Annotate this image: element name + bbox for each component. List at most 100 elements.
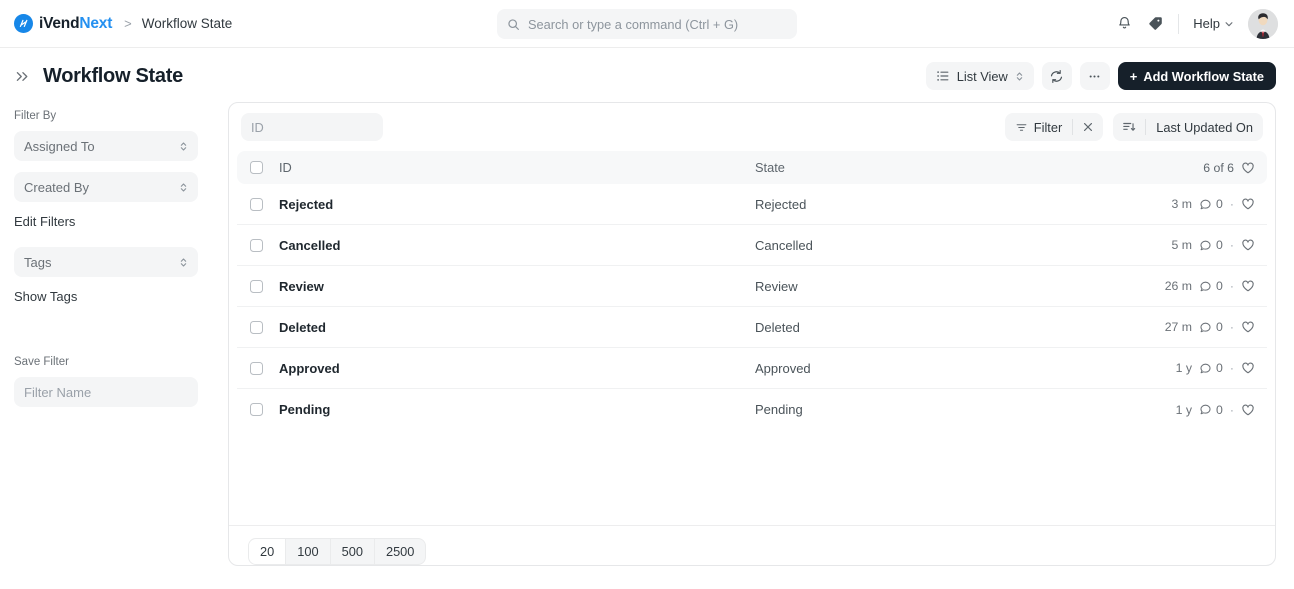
expand-sidebar-icon[interactable] xyxy=(14,68,31,85)
sort-field-button[interactable]: Last Updated On xyxy=(1146,113,1263,141)
list-header-row: ID State 6 of 6 xyxy=(237,151,1267,184)
row-id[interactable]: Pending xyxy=(263,402,755,417)
list-header-right: 6 of 6 xyxy=(1203,161,1255,175)
refresh-button[interactable] xyxy=(1041,62,1072,90)
list-view-switcher[interactable]: List View xyxy=(925,62,1034,90)
row-comment-count[interactable]: 0 xyxy=(1199,320,1223,334)
created-by-select[interactable]: Created By xyxy=(14,172,198,202)
search-input[interactable] xyxy=(528,16,787,32)
row-like-icon[interactable] xyxy=(1241,361,1255,375)
save-filter-label: Save Filter xyxy=(14,356,69,368)
page-size-100[interactable]: 100 xyxy=(286,539,331,564)
row-like-icon[interactable] xyxy=(1241,403,1255,417)
row-state: Deleted xyxy=(755,319,800,335)
id-filter-field[interactable] xyxy=(241,113,383,141)
row-like-icon[interactable] xyxy=(1241,320,1255,334)
list-view-label: List View xyxy=(956,68,1008,84)
row-meta: 26 m 0 · xyxy=(1158,279,1255,293)
row-comment-count[interactable]: 0 xyxy=(1199,279,1223,293)
row-checkbox[interactable] xyxy=(250,197,263,211)
filter-group: Filter xyxy=(1004,113,1104,141)
table-row[interactable]: Review Review 26 m 0 · xyxy=(237,266,1267,307)
id-filter-input[interactable] xyxy=(251,119,373,135)
page-size-20[interactable]: 20 xyxy=(249,539,287,564)
add-workflow-state-button[interactable]: + Add Workflow State xyxy=(1117,62,1276,90)
row-modified: 1 y xyxy=(1175,361,1193,375)
column-header-id[interactable]: ID xyxy=(263,160,755,175)
filter-button[interactable]: Filter xyxy=(1005,113,1072,141)
comment-icon xyxy=(1199,321,1212,334)
breadcrumb-current[interactable]: Workflow State xyxy=(142,16,233,31)
list-icon xyxy=(936,69,950,83)
row-state: Pending xyxy=(755,402,803,417)
comment-count-value: 0 xyxy=(1216,402,1223,417)
comment-count-value: 0 xyxy=(1216,320,1223,334)
comment-count-value: 0 xyxy=(1216,361,1223,375)
edit-filters-link[interactable]: Edit Filters xyxy=(14,214,75,229)
help-label: Help xyxy=(1193,16,1220,31)
row-like-icon[interactable] xyxy=(1241,279,1255,293)
chevron-updown-icon xyxy=(179,140,188,153)
filter-name-input[interactable] xyxy=(24,384,188,400)
select-all-checkbox[interactable] xyxy=(250,161,263,174)
meta-dot-separator: · xyxy=(1229,279,1234,293)
comment-count-value: 0 xyxy=(1216,279,1223,293)
more-options-button[interactable] xyxy=(1079,62,1110,90)
row-comment-count[interactable]: 0 xyxy=(1199,197,1223,211)
filter-label: Filter xyxy=(1033,119,1063,135)
table-row[interactable]: Cancelled Cancelled 5 m 0 · xyxy=(237,225,1267,266)
row-comment-count[interactable]: 0 xyxy=(1199,403,1223,417)
row-like-icon[interactable] xyxy=(1241,238,1255,252)
page-body: Filter By Assigned To Created By Edit Fi… xyxy=(0,102,1294,566)
chevron-updown-icon xyxy=(1015,70,1024,83)
chevron-updown-icon xyxy=(179,256,188,269)
sort-direction-button[interactable] xyxy=(1113,113,1145,141)
tags-select[interactable]: Tags xyxy=(14,247,198,277)
comment-count-value: 0 xyxy=(1216,197,1223,211)
filter-name-field[interactable] xyxy=(14,377,198,407)
clear-filter-button[interactable] xyxy=(1073,113,1103,141)
row-checkbox[interactable] xyxy=(250,238,263,252)
table-row[interactable]: Deleted Deleted 27 m 0 · xyxy=(237,307,1267,348)
table-row[interactable]: Approved Approved 1 y 0 · xyxy=(237,348,1267,389)
page-size-500[interactable]: 500 xyxy=(331,539,375,564)
meta-dot-separator: · xyxy=(1229,361,1234,375)
row-id[interactable]: Deleted xyxy=(263,320,755,335)
tag-icon[interactable] xyxy=(1147,15,1164,32)
page-size-2500[interactable]: 2500 xyxy=(375,539,425,564)
ivend-logo-icon xyxy=(14,14,33,33)
add-workflow-state-label: Add Workflow State xyxy=(1143,68,1264,84)
row-id[interactable]: Cancelled xyxy=(263,238,755,253)
plus-icon: + xyxy=(1129,68,1138,84)
notifications-bell-icon[interactable] xyxy=(1116,15,1133,32)
row-checkbox[interactable] xyxy=(250,279,263,293)
row-meta: 5 m 0 · xyxy=(1158,238,1255,252)
column-header-state[interactable]: State xyxy=(755,160,1203,175)
comment-icon xyxy=(1199,239,1212,252)
filter-sidebar: Filter By Assigned To Created By Edit Fi… xyxy=(0,102,212,566)
row-checkbox[interactable] xyxy=(250,403,263,416)
row-comment-count[interactable]: 0 xyxy=(1199,361,1223,375)
row-id[interactable]: Approved xyxy=(263,361,755,376)
row-comment-count[interactable]: 0 xyxy=(1199,238,1223,252)
sort-field-label: Last Updated On xyxy=(1156,119,1253,135)
tags-label: Tags xyxy=(24,254,52,270)
row-id[interactable]: Rejected xyxy=(263,197,755,212)
show-tags-link[interactable]: Show Tags xyxy=(14,289,77,304)
breadcrumb-separator: > xyxy=(124,16,132,31)
table-row[interactable]: Rejected Rejected 3 m 0 · xyxy=(237,184,1267,225)
table-row[interactable]: Pending Pending 1 y 0 · xyxy=(237,389,1267,430)
assigned-to-select[interactable]: Assigned To xyxy=(14,131,198,161)
comment-icon xyxy=(1199,280,1212,293)
row-checkbox[interactable] xyxy=(250,320,263,334)
row-like-icon[interactable] xyxy=(1241,197,1255,211)
meta-dot-separator: · xyxy=(1229,197,1234,211)
row-checkbox[interactable] xyxy=(250,361,263,375)
user-avatar[interactable] xyxy=(1248,8,1278,39)
brand-logo[interactable]: iVendNext xyxy=(14,14,112,33)
like-filter-icon[interactable] xyxy=(1241,161,1255,175)
global-search[interactable] xyxy=(497,9,797,39)
help-menu[interactable]: Help xyxy=(1193,16,1234,31)
chevron-down-icon xyxy=(1224,19,1234,29)
row-id[interactable]: Review xyxy=(263,279,755,294)
